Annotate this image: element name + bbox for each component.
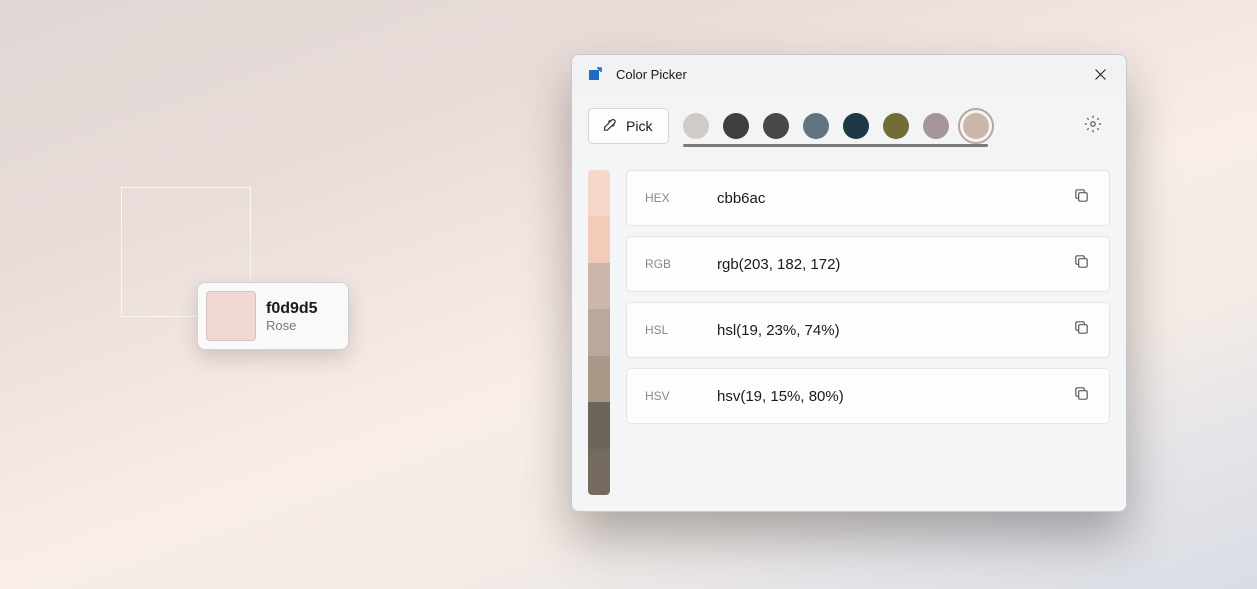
- shade-swatch[interactable]: [588, 402, 610, 448]
- gear-icon: [1084, 115, 1102, 138]
- format-value[interactable]: hsl(19, 23%, 74%): [717, 322, 1065, 339]
- color-history: [683, 103, 1062, 149]
- tooltip-info: f0d9d5 Rose: [266, 300, 318, 333]
- history-swatch[interactable]: [963, 113, 989, 139]
- format-list: HEXcbb6ac RGBrgb(203, 182, 172) HSLhsl(19,…: [626, 170, 1110, 495]
- format-label: HSV: [645, 389, 717, 403]
- tooltip-hex: f0d9d5: [266, 300, 318, 318]
- format-row: HEXcbb6ac: [626, 170, 1110, 226]
- copy-icon: [1073, 319, 1090, 341]
- color-tooltip: f0d9d5 Rose: [197, 282, 349, 350]
- shade-swatch[interactable]: [588, 170, 610, 216]
- format-label: RGB: [645, 257, 717, 271]
- format-row: RGBrgb(203, 182, 172): [626, 236, 1110, 292]
- shade-swatch[interactable]: [588, 449, 610, 495]
- history-swatch[interactable]: [843, 113, 869, 139]
- shade-swatch[interactable]: [588, 216, 610, 262]
- format-label: HSL: [645, 323, 717, 337]
- copy-icon: [1073, 253, 1090, 275]
- copy-icon: [1073, 385, 1090, 407]
- tooltip-swatch: [206, 291, 256, 341]
- format-label: HEX: [645, 191, 717, 205]
- toolbar: Pick: [572, 94, 1126, 158]
- history-swatch[interactable]: [883, 113, 909, 139]
- history-scrollbar[interactable]: [683, 144, 988, 147]
- titlebar[interactable]: Color Picker: [572, 55, 1126, 94]
- history-swatch[interactable]: [763, 113, 789, 139]
- pick-label: Pick: [626, 118, 652, 134]
- color-picker-window: Color Picker Pick: [571, 54, 1127, 512]
- copy-icon: [1073, 187, 1090, 209]
- format-value[interactable]: hsv(19, 15%, 80%): [717, 388, 1065, 405]
- shade-swatch[interactable]: [588, 356, 610, 402]
- eyedropper-icon: [601, 116, 618, 136]
- pick-button[interactable]: Pick: [588, 108, 669, 144]
- shade-swatch[interactable]: [588, 263, 610, 309]
- tooltip-color-name: Rose: [266, 318, 318, 333]
- history-swatch[interactable]: [923, 113, 949, 139]
- shade-strip: [588, 170, 610, 495]
- history-swatch[interactable]: [683, 113, 709, 139]
- format-row: HSLhsl(19, 23%, 74%): [626, 302, 1110, 358]
- copy-button[interactable]: [1065, 182, 1097, 214]
- close-button[interactable]: [1078, 59, 1122, 89]
- shade-swatch[interactable]: [588, 309, 610, 355]
- history-swatch[interactable]: [803, 113, 829, 139]
- window-title: Color Picker: [616, 67, 1078, 82]
- history-swatch[interactable]: [723, 113, 749, 139]
- copy-button[interactable]: [1065, 380, 1097, 412]
- copy-button[interactable]: [1065, 314, 1097, 346]
- format-row: HSVhsv(19, 15%, 80%): [626, 368, 1110, 424]
- format-value[interactable]: rgb(203, 182, 172): [717, 256, 1065, 273]
- settings-button[interactable]: [1076, 109, 1110, 143]
- copy-button[interactable]: [1065, 248, 1097, 280]
- format-value[interactable]: cbb6ac: [717, 190, 1065, 207]
- app-icon: [586, 65, 604, 83]
- window-body: HEXcbb6ac RGBrgb(203, 182, 172) HSLhsl(19,…: [572, 158, 1126, 511]
